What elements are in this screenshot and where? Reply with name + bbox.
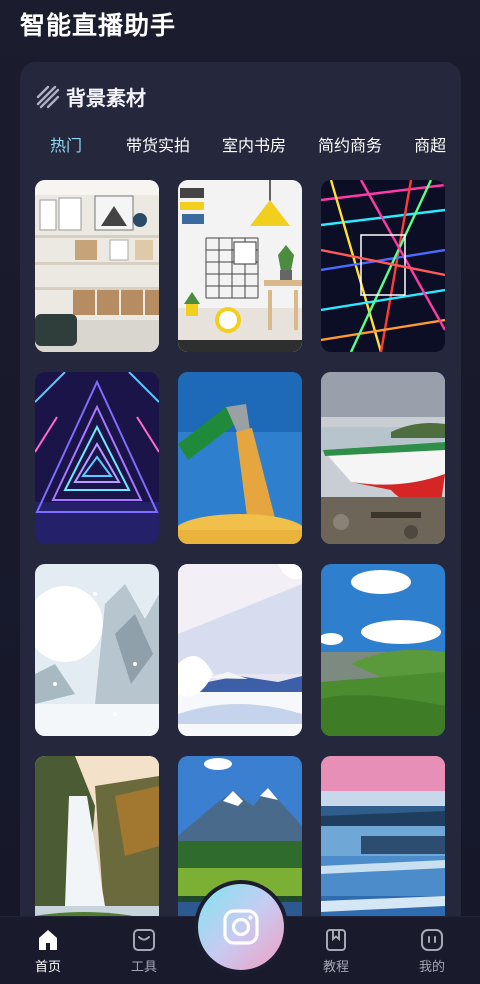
yellow-lamp-room-image[interactable] bbox=[178, 180, 302, 352]
tab-hot[interactable]: 热门 bbox=[50, 132, 82, 160]
nav-tutorial-label: 教程 bbox=[322, 960, 349, 975]
neon-light-tunnel-image[interactable] bbox=[321, 180, 445, 352]
bookmark-book-icon bbox=[326, 929, 346, 951]
neon-triangle-tunnel-image[interactable] bbox=[35, 372, 159, 544]
home-icon bbox=[39, 930, 57, 950]
snowy-forest-image[interactable] bbox=[35, 564, 159, 736]
grain-harvester-image[interactable] bbox=[178, 372, 302, 544]
boat-on-shore-image[interactable] bbox=[321, 372, 445, 544]
thumbnail-grid bbox=[35, 180, 447, 928]
cascade-sunset-image[interactable] bbox=[321, 756, 445, 928]
background-material-panel: 背景素材 热门 带货实拍 室内书房 简约商务 商超 bbox=[20, 62, 461, 962]
tab-live-goods[interactable]: 带货实拍 bbox=[126, 132, 190, 160]
shelf-room-image[interactable] bbox=[35, 180, 159, 352]
camera-icon bbox=[223, 909, 259, 945]
stripes-icon bbox=[36, 85, 60, 108]
tab-simple-business[interactable]: 简约商务 bbox=[318, 132, 382, 160]
tab-indoor-study[interactable]: 室内书房 bbox=[222, 132, 286, 160]
panel-header: 背景素材 bbox=[36, 82, 146, 111]
category-tabs: 热门 带货实拍 室内书房 简约商务 商超 bbox=[20, 132, 461, 160]
nav-tutorial[interactable]: 教程 bbox=[306, 927, 366, 975]
nav-mine-label: 我的 bbox=[418, 960, 445, 975]
camera-button[interactable] bbox=[198, 884, 284, 970]
nav-tools[interactable]: 工具 bbox=[114, 927, 174, 975]
nav-tools-label: 工具 bbox=[130, 960, 157, 975]
snow-landscape-image[interactable] bbox=[178, 564, 302, 736]
toolbox-icon bbox=[133, 929, 155, 951]
profile-face-icon bbox=[421, 929, 443, 951]
panel-title: 背景素材 bbox=[66, 86, 146, 110]
app-title: 智能直播助手 bbox=[20, 11, 177, 40]
nav-home[interactable]: 首页 bbox=[18, 927, 78, 975]
nav-home-label: 首页 bbox=[34, 960, 61, 975]
waterfall-cliff-image[interactable] bbox=[35, 756, 159, 928]
tab-supermarket[interactable]: 商超 bbox=[414, 132, 446, 160]
nav-mine[interactable]: 我的 bbox=[402, 927, 462, 975]
green-coast-image[interactable] bbox=[321, 564, 445, 736]
